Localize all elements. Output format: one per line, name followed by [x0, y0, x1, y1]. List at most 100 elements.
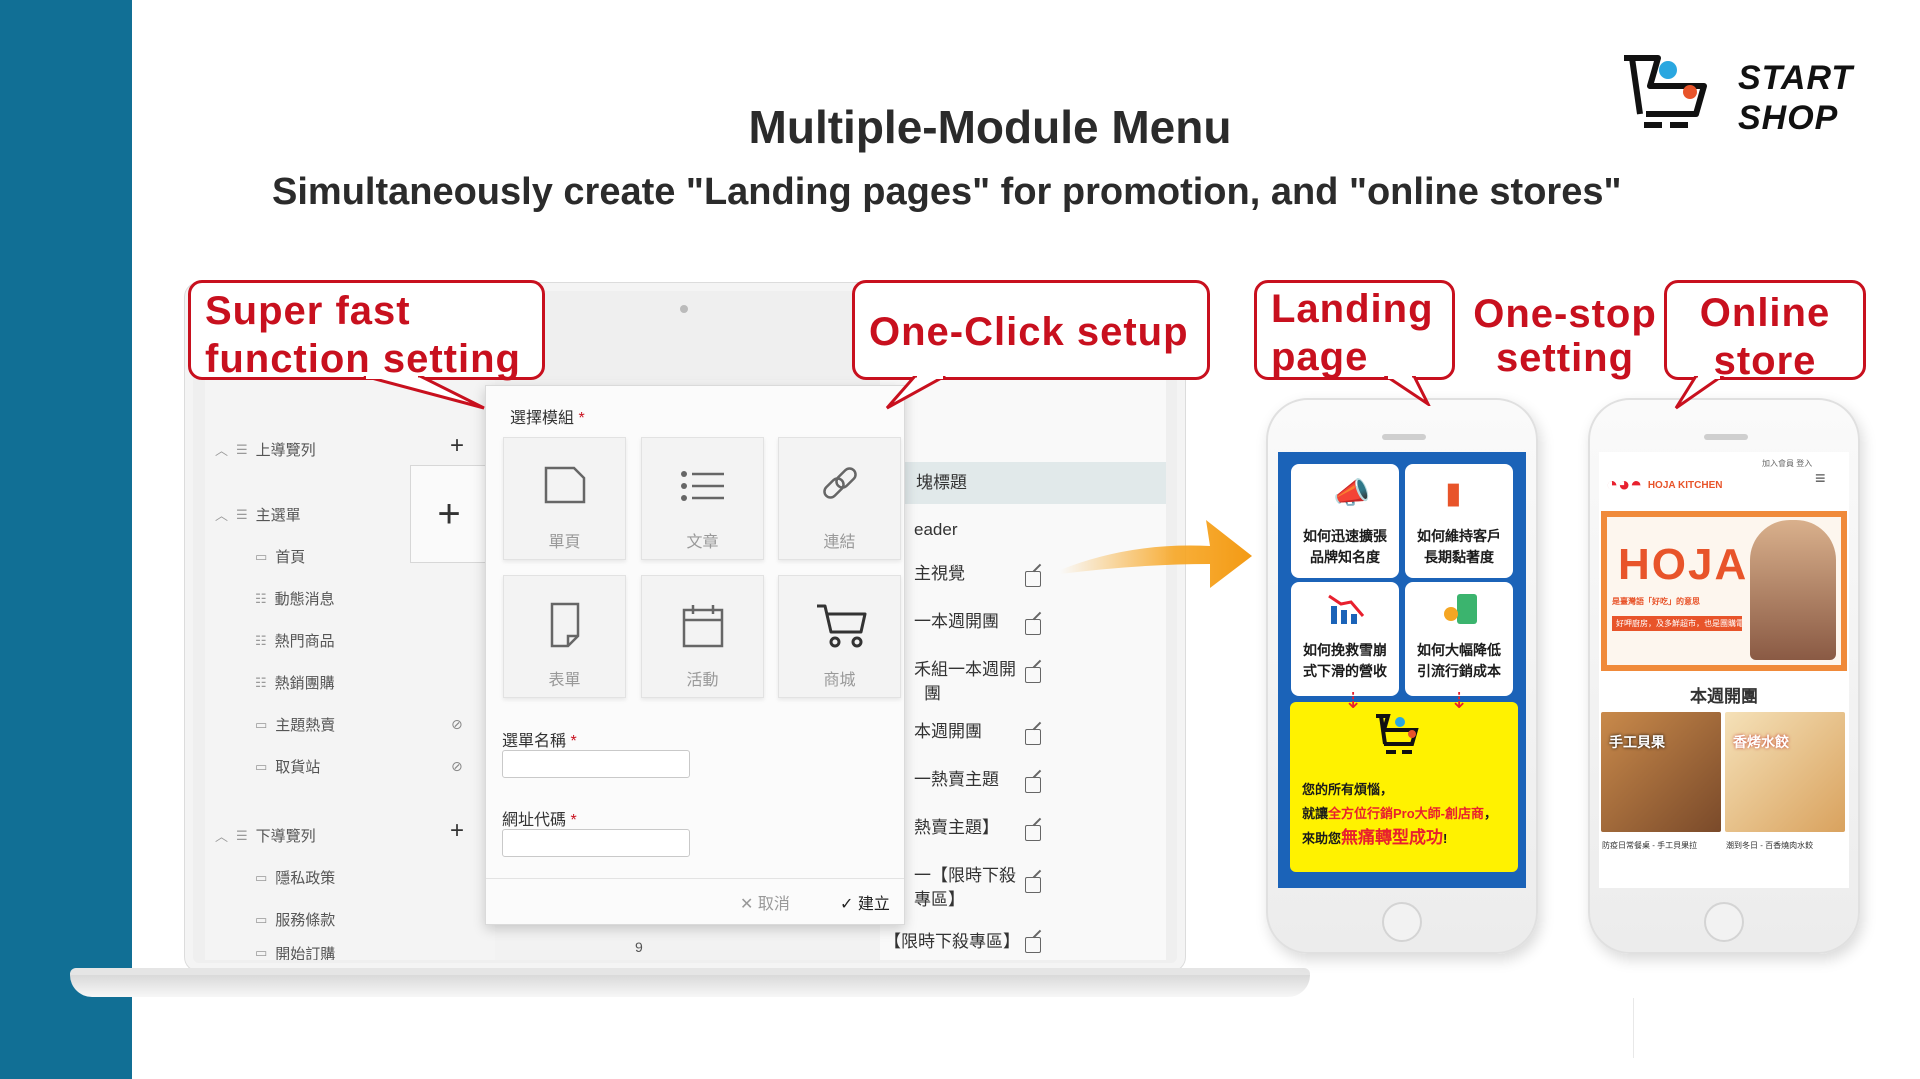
tile-text: 如何迅速擴張 品牌知名度: [1291, 526, 1399, 568]
module-form-button[interactable]: 表單: [503, 575, 626, 698]
module-label: 文章: [686, 534, 719, 551]
sidebar-item-label: 服務條款: [275, 912, 336, 929]
module-single-page-button[interactable]: 單頁: [503, 437, 626, 560]
landing-tile[interactable]: 📣 如何迅速擴張 品牌知名度: [1291, 464, 1399, 578]
list-item[interactable]: 一【限時下殺: [880, 864, 1166, 888]
tile-line-2: 式下滑的營收: [1303, 663, 1387, 679]
callout-tail: [1674, 376, 1725, 410]
create-button[interactable]: ✓ 建立: [840, 890, 890, 914]
module-label: 選擇模組 *: [510, 404, 585, 428]
menu-lines-icon: ☰: [236, 506, 248, 522]
sidebar-item-pickup[interactable]: ▭ 取貨站: [255, 756, 320, 777]
sidebar-item-label: 動態消息: [274, 591, 335, 608]
shopping-cart-icon: [817, 604, 867, 648]
edit-icon[interactable]: [1025, 571, 1041, 587]
edit-icon[interactable]: [1025, 619, 1041, 635]
list-item[interactable]: 本週開團: [880, 720, 1166, 744]
sidebar-item-group-buy[interactable]: ☷ 熱銷團購: [255, 672, 335, 693]
sidebar-group-label: 主選單: [255, 507, 301, 524]
tile-line-2: 引流行銷成本: [1417, 663, 1501, 679]
store-logo[interactable]: ◔◕◓ HOJA KITCHEN: [1606, 474, 1722, 497]
link-icon: [823, 467, 857, 499]
sidebar-group-main-menu[interactable]: ︿ ☰ 主選單: [215, 504, 301, 525]
label-line-1: One-stop: [1473, 292, 1657, 336]
hero-person-photo: [1750, 520, 1836, 660]
sidebar-item-terms[interactable]: ▭ 服務條款: [255, 909, 335, 930]
sidebar-item-privacy[interactable]: ▭ 隱私政策: [255, 867, 335, 888]
tile-line-1: 如何挽救雪崩: [1303, 642, 1387, 658]
list-item[interactable]: 熱賣主題】: [880, 816, 1166, 840]
sidebar-item-theme-sale[interactable]: ▭ 主題熱賣: [255, 714, 335, 735]
login-link[interactable]: 登入: [1796, 459, 1812, 468]
sidebar-item-label: 熱門商品: [274, 633, 335, 650]
sidebar-item-label: 主題熱賣: [275, 717, 336, 734]
page-icon: ▭: [255, 869, 268, 885]
url-code-label-text: 網址代碼: [502, 812, 567, 829]
list-item[interactable]: 禾組一本週開: [880, 658, 1166, 682]
module-label: 活動: [686, 672, 719, 689]
edit-icon[interactable]: [1025, 825, 1041, 841]
edit-icon[interactable]: [1025, 937, 1041, 953]
product-card-image[interactable]: 香烤水餃: [1725, 712, 1845, 832]
landing-tile[interactable]: 如何大幅降低 引流行銷成本: [1405, 582, 1513, 696]
list-item[interactable]: 專區】: [880, 888, 1166, 912]
url-code-input[interactable]: [502, 829, 690, 857]
hidden-eye-icon[interactable]: ⊘: [451, 758, 463, 775]
list-item[interactable]: 【限時下殺專區】: [880, 930, 1166, 954]
callout-tail: [363, 376, 485, 410]
module-link-button[interactable]: 連結: [778, 437, 901, 560]
product-card-image[interactable]: 手工貝果: [1601, 712, 1721, 832]
add-top-nav-button[interactable]: +: [450, 432, 464, 460]
logo-line-1: START: [1738, 59, 1854, 97]
module-shop-button[interactable]: 商城: [778, 575, 901, 698]
product-card-caption[interactable]: 潮到冬日 - 百香燒肉水餃: [1726, 840, 1846, 851]
callout-function-setting: Super fast function setting: [188, 280, 545, 381]
sidebar-group-top-nav[interactable]: ︿ ☰ 上導覽列: [215, 439, 316, 460]
phone-home-button[interactable]: [1704, 902, 1744, 942]
menu-name-input[interactable]: [502, 750, 690, 778]
product-card-caption[interactable]: 防疫日常餐桌 - 手工貝果拉: [1602, 840, 1722, 851]
add-menu-item-button[interactable]: +: [410, 465, 488, 563]
signup-link[interactable]: 加入會員: [1762, 459, 1794, 468]
label-one-stop-setting: One-stop setting: [1470, 292, 1660, 380]
hero-cta[interactable]: 好呷廚房，及多鮮超市，也是團購電商: [1612, 616, 1742, 631]
edit-icon[interactable]: [1025, 877, 1041, 893]
callout-line-1: Super fast: [205, 289, 411, 333]
add-bottom-nav-button[interactable]: +: [450, 817, 464, 845]
url-code-label: 網址代碼 *: [502, 806, 577, 830]
phone-home-button[interactable]: [1382, 902, 1422, 942]
callout-line-1: Landing: [1271, 287, 1434, 331]
edit-icon[interactable]: [1025, 667, 1041, 683]
sidebar-item-home[interactable]: ▭ 首頁: [255, 546, 305, 567]
sidebar-item-news[interactable]: ☷ 動態消息: [255, 588, 335, 609]
module-article-button[interactable]: 文章: [641, 437, 764, 560]
store-brand: HOJA KITCHEN: [1648, 480, 1723, 491]
sidebar-item-label: 熱銷團購: [274, 675, 335, 692]
left-accent-band: [0, 0, 132, 1079]
list-item[interactable]: 一本週開團: [880, 610, 1166, 634]
edit-icon[interactable]: [1025, 729, 1041, 745]
hidden-eye-icon[interactable]: ⊘: [451, 716, 463, 733]
menu-name-label-text: 選單名稱: [502, 733, 567, 750]
slide: Multiple-Module Menu Simultaneously crea…: [0, 0, 1920, 1079]
sidebar-item-start-order[interactable]: ▭ 開始訂購: [255, 946, 335, 960]
landing-tile[interactable]: ▮ 如何維持客戶 長期黏著度: [1405, 464, 1513, 578]
list-item[interactable]: 一熱賣主題: [880, 768, 1166, 792]
list-item[interactable]: 團: [880, 682, 1166, 706]
list-icon: ☷: [255, 590, 267, 606]
sidebar-item-hot-products[interactable]: ☷ 熱門商品: [255, 630, 335, 651]
list-header: 塊標題: [880, 462, 1166, 504]
sidebar-item-label: 開始訂購: [275, 946, 336, 960]
page-icon: ▭: [255, 911, 268, 927]
module-event-button[interactable]: 活動: [641, 575, 764, 698]
hamburger-menu-icon[interactable]: ≡: [1815, 468, 1826, 489]
tile-line-1: 如何維持客戶: [1417, 528, 1501, 544]
store-brand-sub: KITCHEN: [1678, 480, 1723, 492]
sidebar-group-bottom-nav[interactable]: ︿ ☰ 下導覽列: [215, 825, 316, 846]
required-mark: *: [570, 733, 577, 750]
calendar-icon: [682, 605, 724, 648]
close-icon: ✕: [740, 896, 754, 913]
cancel-button[interactable]: ✕ 取消: [740, 890, 790, 914]
edit-icon[interactable]: [1025, 777, 1041, 793]
landing-tile[interactable]: 如何挽救雪崩 式下滑的營收: [1291, 582, 1399, 696]
